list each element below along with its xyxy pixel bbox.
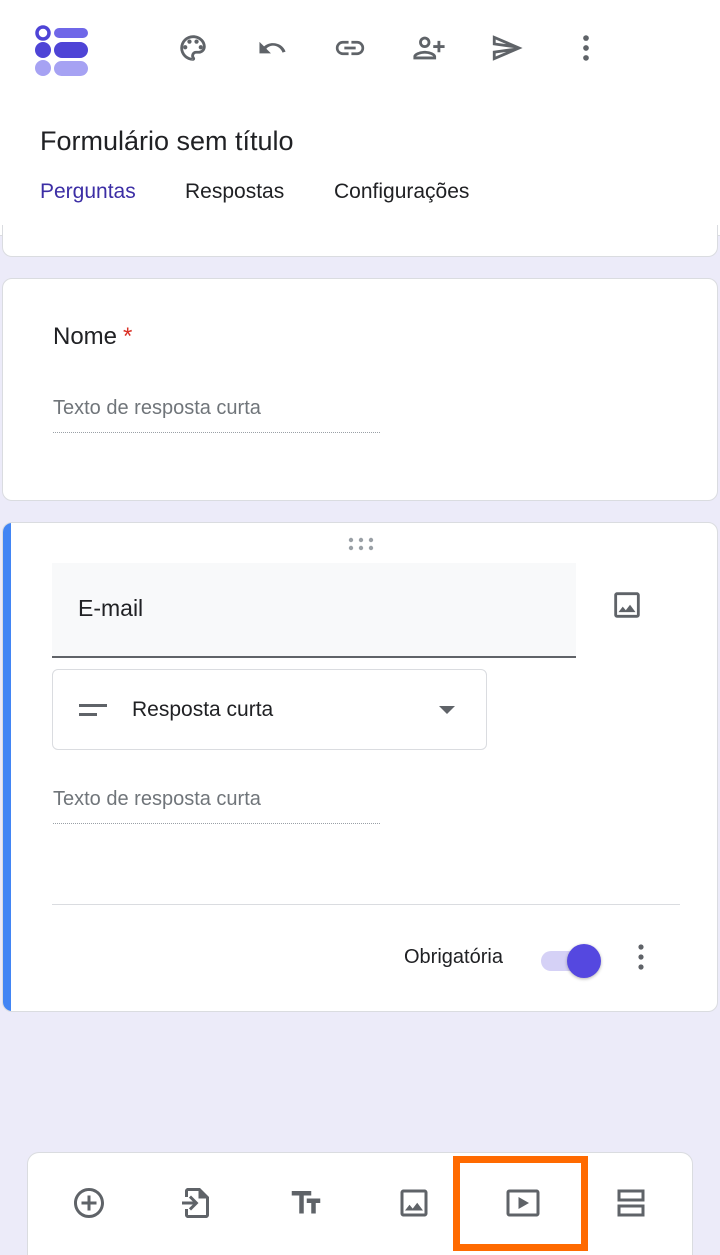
- question-type-label: Resposta curta: [132, 698, 274, 721]
- add-section-icon[interactable]: [609, 1181, 653, 1225]
- required-toggle[interactable]: [539, 942, 603, 978]
- question-title: Nome *: [53, 323, 132, 351]
- dropdown-arrow-icon: [439, 706, 455, 714]
- toggle-knob: [567, 944, 601, 978]
- add-title-icon[interactable]: [284, 1181, 328, 1225]
- form-header-card[interactable]: [2, 225, 718, 257]
- bottom-toolbar: [27, 1152, 693, 1255]
- add-question-icon[interactable]: [67, 1181, 111, 1225]
- question-type-dropdown[interactable]: Resposta curta: [52, 669, 487, 750]
- video-button-highlight: [453, 1156, 588, 1251]
- card-footer-divider: [52, 904, 680, 905]
- more-vert-icon[interactable]: [562, 24, 610, 72]
- question-card-nome[interactable]: Nome * Texto de resposta curta: [2, 278, 718, 501]
- tab-respostas[interactable]: Respostas: [185, 180, 284, 204]
- add-image-icon[interactable]: [603, 581, 651, 629]
- forms-logo-icon: [34, 24, 90, 78]
- question-more-vert-icon[interactable]: [627, 937, 655, 977]
- top-app-bar: Formulário sem título Perguntas Resposta…: [0, 0, 720, 236]
- import-questions-icon[interactable]: [175, 1181, 219, 1225]
- required-asterisk: *: [123, 323, 133, 350]
- short-text-icon: [79, 702, 107, 725]
- required-label: Obrigatória: [404, 946, 503, 968]
- drag-handle-icon[interactable]: [347, 537, 375, 551]
- add-image-toolbar-icon[interactable]: [392, 1181, 436, 1225]
- tab-configuracoes[interactable]: Configurações: [334, 180, 469, 204]
- question-title-input[interactable]: E-mail: [52, 563, 576, 658]
- add-collaborator-icon[interactable]: [405, 24, 453, 72]
- send-icon[interactable]: [483, 24, 531, 72]
- tab-perguntas[interactable]: Perguntas: [40, 180, 136, 204]
- active-card-accent: [3, 523, 11, 1011]
- form-title[interactable]: Formulário sem título: [40, 126, 294, 157]
- question-card-email[interactable]: E-mail Resposta curta Texto de resposta …: [2, 522, 718, 1012]
- undo-icon[interactable]: [248, 24, 296, 72]
- palette-icon[interactable]: [169, 24, 217, 72]
- question-title-text: Nome: [53, 323, 118, 350]
- short-answer-placeholder: Texto de resposta curta: [53, 397, 380, 433]
- short-answer-placeholder: Texto de resposta curta: [53, 788, 380, 824]
- link-icon[interactable]: [326, 24, 374, 72]
